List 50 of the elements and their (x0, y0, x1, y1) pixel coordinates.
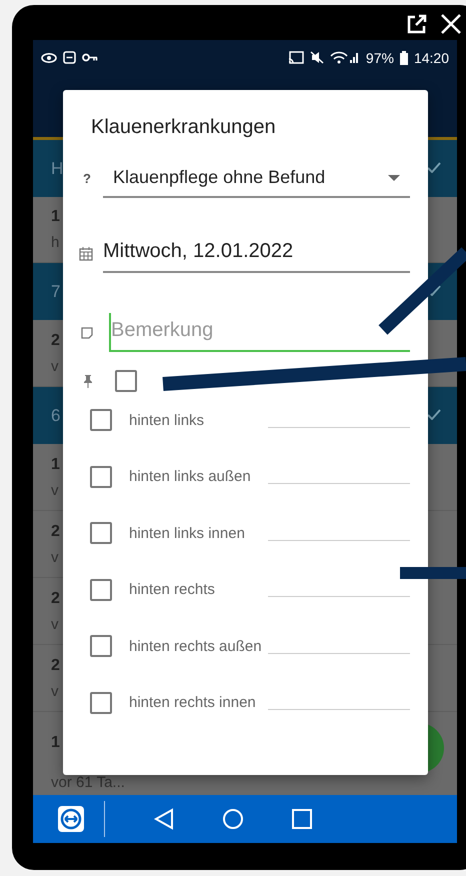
row-number: 2 (51, 656, 60, 674)
checkbox[interactable] (115, 370, 137, 392)
section-label: 6 (51, 406, 60, 426)
checkbox[interactable] (90, 409, 112, 432)
close-icon[interactable] (440, 14, 462, 34)
checkbox[interactable] (90, 635, 112, 658)
eye-icon (41, 52, 57, 62)
row-number: 2 (51, 332, 60, 350)
wifi-signal-icon (330, 51, 360, 64)
home-icon[interactable] (222, 808, 244, 830)
question-icon: ? (79, 171, 103, 186)
key-icon (82, 53, 98, 62)
section-label: 7 (51, 282, 60, 302)
option-label: hinten links innen (129, 524, 246, 542)
remote-icon (63, 51, 76, 64)
recents-icon[interactable] (292, 809, 312, 829)
annotation-line (400, 567, 466, 579)
battery-percent: 97% (366, 50, 394, 66)
checkbox[interactable] (90, 466, 112, 488)
mute-icon (310, 51, 324, 64)
cast-icon (288, 51, 304, 64)
checkbox[interactable] (90, 522, 112, 544)
pin-icon (83, 374, 93, 388)
dialog-title: Klauenerkrankungen (90, 116, 277, 139)
dropdown-arrow-icon (388, 174, 400, 180)
checkbox[interactable] (90, 692, 112, 714)
section-label: H (51, 158, 64, 178)
external-link-icon[interactable] (406, 14, 428, 34)
checkmark-icon (427, 162, 441, 173)
option-label: hinten links (129, 412, 206, 429)
row-number: 1 (51, 208, 60, 226)
row-number: 1 (51, 456, 60, 474)
row-number: 2 (51, 590, 60, 608)
option-label: hinten rechts (129, 581, 216, 598)
option-label: hinten rechts innen (129, 694, 257, 712)
row-number: 1 (51, 734, 60, 752)
checkbox[interactable] (90, 578, 112, 601)
clock-time: 14:20 (414, 50, 449, 66)
date-field[interactable]: Mittwoch, 12.01.2022 (103, 234, 410, 273)
calendar-icon (79, 246, 93, 260)
note-icon (81, 326, 93, 338)
option-label: hinten links außen (129, 468, 252, 486)
remote-app-icon[interactable] (58, 806, 84, 832)
back-icon[interactable] (153, 808, 175, 830)
disease-dropdown[interactable]: Klauenpflege ohne Befund (103, 159, 410, 198)
remark-input[interactable]: Bemerkung (109, 313, 410, 352)
battery-icon (400, 50, 408, 64)
checkmark-icon (427, 409, 441, 420)
option-label: hinten rechts außen (129, 638, 263, 655)
row-number: 2 (51, 522, 60, 540)
